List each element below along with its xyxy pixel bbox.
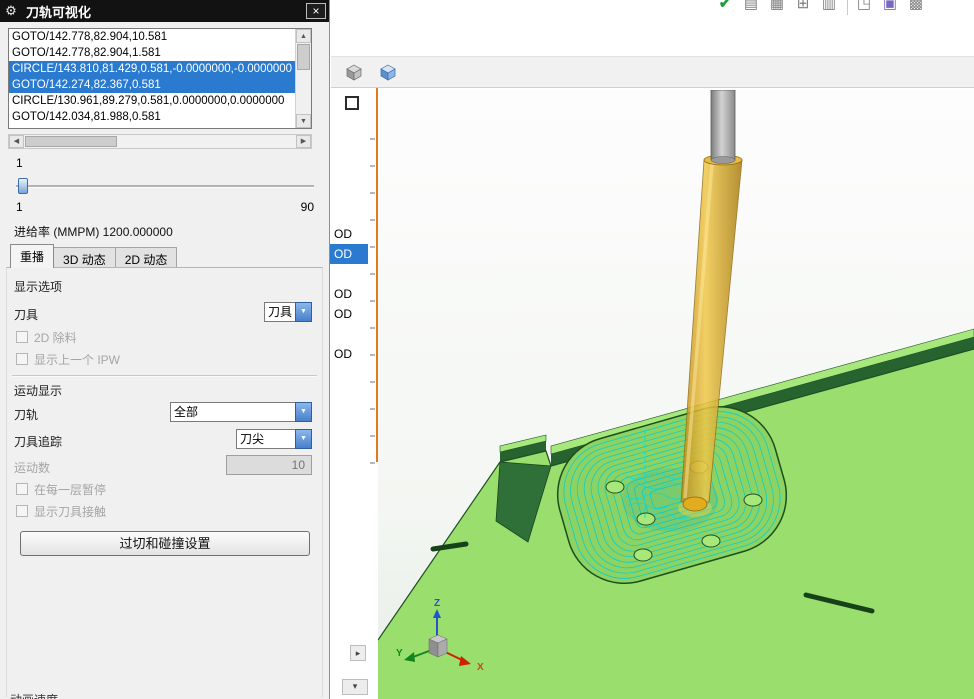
replay-slider[interactable] bbox=[16, 177, 314, 195]
operation-item[interactable]: OD bbox=[330, 344, 368, 364]
motion-count-label: 运动数 bbox=[14, 461, 51, 475]
verify-check-icon[interactable]: ✔ bbox=[715, 0, 735, 15]
scroll-down-icon[interactable]: ▼ bbox=[296, 114, 311, 128]
operation-item[interactable]: OD bbox=[330, 224, 368, 244]
separator bbox=[12, 375, 317, 377]
toolpath-combo[interactable]: 全部 ▼ bbox=[170, 402, 312, 422]
operation-item[interactable]: OD bbox=[330, 284, 368, 304]
checkbox-box[interactable] bbox=[16, 353, 28, 365]
y-axis-label: Y bbox=[396, 648, 403, 659]
close-icon[interactable]: × bbox=[306, 3, 326, 19]
tool-combo[interactable]: 刀具 ▼ bbox=[264, 302, 312, 322]
checkbox-pause-each-layer[interactable]: 在每一层暂停 bbox=[16, 482, 107, 497]
chevron-down-icon[interactable]: ▼ bbox=[295, 429, 312, 449]
animation-speed-section-label: 动画速度 bbox=[10, 691, 58, 699]
toolpath-combo-value[interactable]: 全部 bbox=[170, 402, 295, 422]
tracking-combo-value[interactable]: 刀尖 bbox=[236, 429, 295, 449]
gouge-collision-settings-button[interactable]: 过切和碰撞设置 bbox=[20, 531, 310, 556]
restore-window-button[interactable] bbox=[345, 96, 359, 110]
gcode-hscrollbar[interactable]: ◀ ▶ bbox=[8, 134, 312, 149]
display-box-icon[interactable]: ▣ bbox=[880, 0, 900, 15]
table-icon[interactable]: ▥ bbox=[819, 0, 839, 15]
scroll-right-icon[interactable]: ▶ bbox=[296, 135, 311, 148]
gcode-line[interactable]: CIRCLE/130.961,89.279,0.581,0.0000000,0.… bbox=[9, 93, 295, 109]
slider-current-value: 1 bbox=[16, 156, 23, 170]
gcode-line[interactable]: GOTO/142.778,82.904,10.581 bbox=[9, 29, 295, 45]
list-icon[interactable]: ▤ bbox=[741, 0, 761, 15]
mode-tabs: 重播 3D 动态 2D 动态 bbox=[10, 244, 178, 268]
operation-item[interactable]: OD bbox=[330, 304, 368, 324]
tab-3d-dynamic[interactable]: 3D 动态 bbox=[53, 247, 116, 268]
scroll-left-icon[interactable]: ◀ bbox=[9, 135, 24, 148]
toolbar-separator bbox=[847, 0, 848, 15]
secondary-toolbar bbox=[331, 56, 974, 88]
tool-label: 刀具 bbox=[14, 308, 39, 322]
panel-edge-ticks bbox=[370, 138, 375, 468]
display-options-header: 显示选项 bbox=[14, 280, 63, 294]
gcode-line[interactable]: GOTO/142.034,81.988,0.581 bbox=[9, 109, 295, 125]
checkbox-box[interactable] bbox=[16, 483, 28, 495]
add-box-icon[interactable]: ⊞ bbox=[793, 0, 813, 15]
solid-cube-icon[interactable] bbox=[343, 61, 365, 83]
tool-combo-value[interactable]: 刀具 bbox=[264, 302, 295, 322]
slider-track[interactable] bbox=[16, 185, 314, 188]
layers-icon[interactable]: ▩ bbox=[906, 0, 926, 15]
view-corner-icon[interactable]: ◳ bbox=[854, 0, 874, 15]
slider-thumb[interactable] bbox=[18, 178, 28, 194]
operations-strip: OD OD OD OD OD ▸ ▾ bbox=[330, 88, 378, 699]
tab-replay[interactable]: 重播 bbox=[10, 244, 55, 268]
toolpath-label: 刀轨 bbox=[14, 408, 39, 422]
gcode-line-selected[interactable]: GOTO/142.274,82.367,0.581 bbox=[9, 77, 295, 93]
checkbox-show-ipw[interactable]: 显示上一个 IPW bbox=[16, 352, 120, 367]
shaded-cube-icon[interactable] bbox=[377, 61, 399, 83]
tool-tip bbox=[682, 496, 708, 512]
toolpath-visualization-dialog: ⚙ 刀轨可视化 × GOTO/142.778,82.904,10.581 GOT… bbox=[0, 0, 330, 699]
dialog-title: 刀轨可视化 bbox=[26, 4, 92, 20]
checkbox-label: 2D 除料 bbox=[34, 330, 77, 345]
toolbar-icon-group: ✔ ▤ ▦ ⊞ ▥ ◳ ▣ ▩ bbox=[715, 0, 932, 15]
checkbox-2d-removal[interactable]: 2D 除料 bbox=[16, 330, 77, 345]
grid-icon[interactable]: ▦ bbox=[767, 0, 787, 15]
gcode-list[interactable]: GOTO/142.778,82.904,10.581 GOTO/142.778,… bbox=[8, 28, 312, 129]
motion-count-input[interactable]: 10 bbox=[226, 455, 312, 475]
tool-shank bbox=[710, 90, 736, 161]
checkbox-box[interactable] bbox=[16, 505, 28, 517]
x-axis-label: X bbox=[477, 662, 484, 673]
scroll-right-button[interactable]: ▸ bbox=[350, 645, 366, 661]
graphics-viewport[interactable]: Z X Y bbox=[378, 90, 974, 699]
slider-max-label: 90 bbox=[300, 200, 314, 214]
tab-2d-dynamic[interactable]: 2D 动态 bbox=[114, 247, 178, 268]
gcode-line[interactable]: GOTO/142.778,82.904,1.581 bbox=[9, 45, 295, 61]
shank-bottom bbox=[710, 156, 736, 164]
chevron-down-icon[interactable]: ▼ bbox=[295, 302, 312, 322]
gear-icon: ⚙ bbox=[5, 3, 17, 18]
tool-tracking-label: 刀具追踪 bbox=[14, 435, 63, 449]
feedrate-label: 进给率 (MMPM) bbox=[14, 225, 100, 239]
motion-display-header: 运动显示 bbox=[14, 384, 63, 398]
tool-tracking-combo[interactable]: 刀尖 ▼ bbox=[236, 429, 312, 449]
checkbox-box[interactable] bbox=[16, 331, 28, 343]
z-axis-label: Z bbox=[434, 598, 440, 609]
scene: Z X Y bbox=[378, 90, 974, 699]
checkbox-label: 在每一层暂停 bbox=[34, 482, 107, 497]
scroll-down-button[interactable]: ▾ bbox=[342, 679, 368, 695]
vscroll-thumb[interactable] bbox=[297, 44, 310, 70]
checkbox-label: 显示刀具接触 bbox=[34, 504, 107, 519]
slider-min-label: 1 bbox=[16, 200, 23, 214]
operation-item-selected[interactable]: OD bbox=[330, 244, 368, 264]
feedrate-value: 1200.000000 bbox=[102, 225, 173, 239]
scroll-up-icon[interactable]: ▲ bbox=[296, 29, 311, 43]
feedrate-readout: 进给率 (MMPM) 1200.000000 bbox=[14, 223, 173, 240]
hscroll-thumb[interactable] bbox=[25, 136, 117, 147]
checkbox-show-tool-contact[interactable]: 显示刀具接触 bbox=[16, 504, 107, 519]
dialog-titlebar[interactable]: ⚙ 刀轨可视化 × bbox=[0, 0, 329, 22]
checkbox-label: 显示上一个 IPW bbox=[34, 352, 120, 367]
gcode-line-selected[interactable]: CIRCLE/143.810,81.429,0.581,-0.0000000,-… bbox=[9, 61, 295, 77]
main-toolbar: ✔ ▤ ▦ ⊞ ▥ ◳ ▣ ▩ bbox=[331, 0, 974, 15]
gcode-vscrollbar[interactable]: ▲ ▼ bbox=[295, 29, 311, 128]
chevron-down-icon[interactable]: ▼ bbox=[295, 402, 312, 422]
